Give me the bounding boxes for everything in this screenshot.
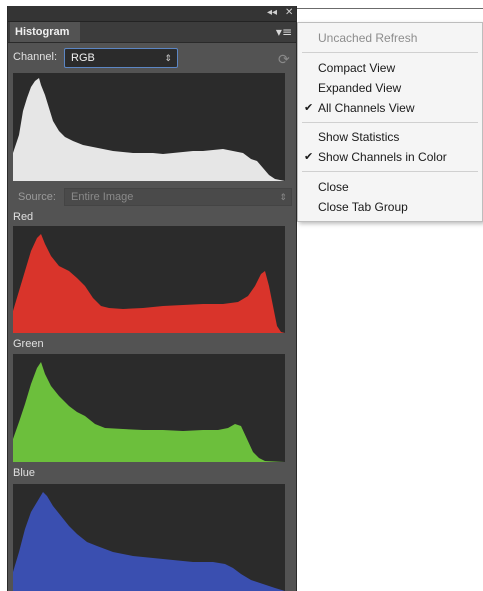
updown-arrow-icon: ⇕ — [279, 192, 287, 202]
checkmark-icon: ✔ — [304, 101, 314, 114]
tab-histogram[interactable]: Histogram — [10, 22, 80, 42]
menu-separator — [302, 52, 478, 53]
channel-select-value: RGB — [71, 52, 95, 64]
menu-item-expanded-view[interactable]: Expanded View — [298, 78, 482, 98]
source-select-value: Entire Image — [71, 191, 134, 203]
menu-item-compact-view[interactable]: Compact View — [298, 58, 482, 78]
updown-arrow-icon: ⇕ — [164, 53, 172, 63]
menu-separator — [302, 171, 478, 172]
source-select: Entire Image ⇕ — [64, 188, 292, 206]
window-edge-line — [297, 8, 483, 9]
source-label: Source: — [18, 191, 56, 203]
composite-histogram — [13, 73, 285, 181]
menu-item-label: Expanded View — [318, 81, 402, 95]
red-histogram — [13, 226, 285, 333]
menu-item-label: Show Channels in Color — [318, 150, 447, 164]
double-left-arrow-icon[interactable]: ◂◂ — [267, 7, 277, 18]
menu-item-all-channels-view[interactable]: ✔ All Channels View — [298, 98, 482, 118]
refresh-icon[interactable]: ⟳ — [278, 52, 290, 68]
tab-row: Histogram ▾≡ — [8, 22, 296, 43]
histogram-panel: ◂◂ ✕ Histogram ▾≡ Channel: RGB ⇕ ⟳ Sourc… — [7, 6, 297, 591]
menu-item-label: Close — [318, 180, 349, 194]
green-channel-label: Green — [13, 338, 44, 350]
composite-histogram-area — [13, 78, 285, 181]
menu-item-label: Close Tab Group — [318, 200, 408, 214]
blue-histogram — [13, 484, 285, 591]
green-histogram-area — [13, 362, 285, 462]
menu-item-show-channels-in-color[interactable]: ✔ Show Channels in Color — [298, 147, 482, 167]
blue-channel-label: Blue — [13, 467, 36, 479]
menu-item-label: Compact View — [318, 61, 396, 75]
panel-title-bar[interactable]: ◂◂ ✕ — [8, 6, 296, 22]
panel-flyout-menu: Uncached Refresh Compact View Expanded V… — [297, 22, 483, 222]
menu-item-close-tab-group[interactable]: Close Tab Group — [298, 197, 482, 217]
menu-item-label: All Channels View — [318, 101, 415, 115]
channel-select[interactable]: RGB ⇕ — [64, 48, 178, 68]
blue-histogram-area — [13, 492, 285, 591]
green-histogram — [13, 354, 285, 462]
menu-item-label: Uncached Refresh — [318, 31, 418, 45]
checkmark-icon: ✔ — [304, 150, 314, 163]
channel-label: Channel: — [13, 51, 58, 63]
menu-item-uncached-refresh[interactable]: Uncached Refresh — [298, 28, 482, 48]
red-histogram-area — [13, 234, 285, 333]
menu-separator — [302, 122, 478, 123]
panel-menu-icon[interactable]: ▾≡ — [276, 25, 292, 39]
menu-item-close[interactable]: Close — [298, 177, 482, 197]
close-icon[interactable]: ✕ — [285, 7, 293, 18]
menu-item-show-statistics[interactable]: Show Statistics — [298, 127, 482, 147]
menu-item-label: Show Statistics — [318, 130, 400, 144]
red-channel-label: Red — [13, 211, 34, 223]
